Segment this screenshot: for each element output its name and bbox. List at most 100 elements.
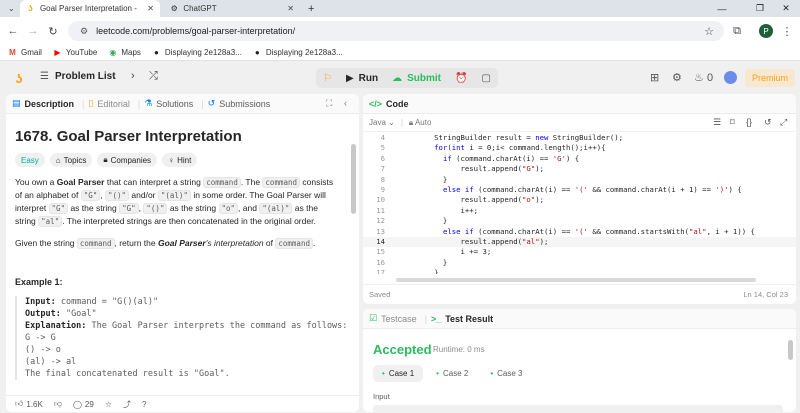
likes-count: 1.6K bbox=[26, 399, 43, 409]
shuffle-icon[interactable]: ⤮ bbox=[149, 70, 158, 83]
code-line[interactable]: 7 result.append("G"); bbox=[363, 164, 796, 174]
lock-icon: 🔒︎ bbox=[408, 117, 414, 127]
user-avatar[interactable] bbox=[724, 71, 737, 84]
code-line[interactable]: 15 i += 3; bbox=[363, 247, 796, 257]
tab-description[interactable]: ▤ Description bbox=[12, 98, 74, 109]
verdict-text: Accepted bbox=[373, 342, 432, 357]
code-line[interactable]: 17 } bbox=[363, 268, 796, 274]
description-panel: ▤ Description | ▯ Editorial | ⚗ Solutions |… bbox=[6, 94, 359, 412]
code-line[interactable]: 6 if (command.charAt(i) == 'G') { bbox=[363, 154, 796, 164]
submit-button[interactable]: ☁ Submit bbox=[385, 68, 448, 88]
pass-dot-icon: • bbox=[490, 369, 494, 378]
premium-button[interactable]: Premium bbox=[745, 69, 795, 87]
prev-problem-icon[interactable]: ‹ bbox=[112, 70, 116, 82]
site-info-icon[interactable]: ⚙ bbox=[80, 26, 88, 37]
bookmark-gmail[interactable]: M Gmail bbox=[8, 48, 42, 57]
notes-button[interactable]: ▢ bbox=[474, 68, 497, 88]
bookmark-github-2[interactable]: ● Displaying 2e128a3... bbox=[253, 48, 343, 57]
dislike-button[interactable]: 👎︎ bbox=[51, 399, 62, 409]
tab-test-result[interactable]: >_ Test Result bbox=[431, 314, 493, 324]
debug-button[interactable]: ⚐ bbox=[316, 68, 339, 88]
tab-editorial[interactable]: ▯ Editorial bbox=[88, 98, 129, 109]
code-line[interactable]: 10 result.append("o"); bbox=[363, 195, 796, 205]
tab-submissions[interactable]: ↺ Submissions bbox=[208, 98, 271, 109]
description-scrollbar[interactable] bbox=[351, 144, 356, 214]
code-line[interactable]: 4 StringBuilder result = new StringBuild… bbox=[363, 133, 796, 143]
url-bar[interactable]: ⚙ leetcode.com/problems/goal-parser-inte… bbox=[68, 21, 724, 41]
bookmark-label: Gmail bbox=[21, 48, 42, 57]
favorite-button[interactable]: ☆ bbox=[102, 400, 112, 409]
run-button[interactable]: ▶ Run bbox=[339, 68, 385, 88]
extensions-icon[interactable]: ⧉ bbox=[728, 22, 746, 40]
maximize-button[interactable]: ❐ bbox=[748, 0, 772, 17]
topics-tag[interactable]: ⌂ Topics bbox=[49, 153, 93, 167]
lock-icon: 🔒︎ bbox=[103, 155, 108, 164]
bookmark-maps[interactable]: ◉ Maps bbox=[108, 48, 141, 57]
input-label: Input bbox=[373, 392, 390, 401]
back-button[interactable]: ← bbox=[4, 22, 22, 40]
problem-list-button[interactable]: ☰ Problem List bbox=[40, 71, 116, 82]
format-icon[interactable]: ☰ bbox=[713, 117, 721, 128]
hint-tag[interactable]: ♀ Hint bbox=[162, 153, 198, 167]
close-icon[interactable]: ✕ bbox=[287, 4, 294, 13]
leetcode-logo[interactable]: ʖ bbox=[12, 71, 26, 86]
editor-horizontal-scrollbar[interactable] bbox=[396, 278, 756, 282]
code-line[interactable]: 11 i++; bbox=[363, 206, 796, 216]
tab-solutions[interactable]: ⚗ Solutions bbox=[144, 98, 193, 109]
reset-icon[interactable]: ↺ bbox=[764, 117, 772, 128]
braces-icon[interactable]: {} bbox=[746, 117, 752, 127]
help-button[interactable]: ? bbox=[139, 400, 146, 409]
result-scrollbar[interactable] bbox=[788, 340, 793, 360]
collapse-panel-icon[interactable]: ‹ bbox=[344, 98, 347, 108]
line-number: 9 bbox=[380, 185, 385, 194]
share-button[interactable]: ⤴ bbox=[120, 399, 131, 410]
tab-testcase[interactable]: ☑ Testcase bbox=[369, 313, 417, 324]
description-content: 1678. Goal Parser Interpretation Easy ⌂ T… bbox=[6, 114, 359, 412]
like-button[interactable]: 👍︎ 1.6K bbox=[12, 399, 43, 409]
next-problem-icon[interactable]: › bbox=[131, 70, 135, 82]
new-tab-label: + bbox=[308, 2, 315, 15]
profile-avatar[interactable]: P bbox=[759, 24, 773, 38]
more-menu-icon[interactable]: ⋮ bbox=[778, 22, 796, 40]
example-block: Input: command = "G()(al)" Output: "Goal… bbox=[15, 296, 350, 380]
leetcode-header: ʖ ☰ Problem List ‹ › ⤮ ⚐ ▶ Run ☁ Submit ⏰ … bbox=[0, 61, 800, 94]
alarm-icon: ⏰ bbox=[455, 72, 468, 84]
case-1-tab[interactable]: • Case 1 bbox=[373, 365, 424, 382]
new-tab-button[interactable]: + bbox=[302, 0, 320, 17]
code-line[interactable]: 8 } bbox=[363, 175, 796, 185]
code-line[interactable]: 13 else if (command.charAt(i) == '(' && … bbox=[363, 227, 796, 237]
reload-button[interactable]: ↻ bbox=[44, 22, 62, 40]
companies-tag[interactable]: 🔒︎ Companies bbox=[97, 153, 158, 167]
tab-divider: | bbox=[137, 98, 141, 109]
minimize-button[interactable]: — bbox=[710, 0, 734, 17]
code-editor[interactable]: 4 StringBuilder result = new StringBuild… bbox=[363, 132, 796, 274]
case-2-tab[interactable]: • Case 2 bbox=[427, 365, 477, 382]
code-line[interactable]: 9 else if (command.charAt(i) == '(' && c… bbox=[363, 185, 796, 195]
comments-button[interactable]: ◯ 29 bbox=[70, 400, 94, 409]
code-line[interactable]: 5 for(int i = 0;i< command.length();i++)… bbox=[363, 143, 796, 153]
language-select[interactable]: Java ⌄ bbox=[369, 118, 395, 127]
layout-grid-icon[interactable]: ⊞ bbox=[650, 71, 659, 84]
auto-mode-toggle[interactable]: 🔒︎ Auto bbox=[409, 118, 432, 128]
window-close-button[interactable]: ✕ bbox=[774, 0, 798, 17]
bookmark-github-1[interactable]: ● Displaying 2e128a3... bbox=[152, 48, 242, 57]
code-line[interactable]: 12 } bbox=[363, 216, 796, 226]
code-line[interactable]: 16 } bbox=[363, 258, 796, 268]
tab-search-button[interactable]: ⌄ bbox=[2, 0, 15, 17]
bookmark-youtube[interactable]: ▶ YouTube bbox=[53, 48, 97, 57]
settings-gear-icon[interactable]: ⚙ bbox=[672, 71, 682, 84]
maximize-panel-icon[interactable]: ⛶ bbox=[326, 98, 332, 109]
timer-button[interactable]: ⏰ bbox=[448, 68, 474, 88]
browser-tab-chatgpt[interactable]: ⚙ ChatGPT ✕ bbox=[164, 0, 300, 17]
document-icon: ▤ bbox=[12, 98, 21, 108]
bookmark-icon[interactable]: ⌑ bbox=[730, 117, 735, 128]
code-line[interactable]: 14 result.append("al"); bbox=[363, 237, 796, 248]
bookmark-star-icon[interactable]: ☆ bbox=[704, 25, 714, 38]
forward-button[interactable]: → bbox=[24, 22, 42, 40]
case-3-tab[interactable]: • Case 3 bbox=[481, 365, 531, 382]
streak-button[interactable]: ♨ 0 bbox=[694, 71, 713, 84]
description-footer: 👍︎ 1.6K 👎︎ ◯ 29 ☆ ⤴ ? bbox=[6, 395, 359, 412]
browser-tab-leetcode[interactable]: ʖ Goal Parser Interpretation - Lee ✕ bbox=[20, 0, 160, 17]
close-icon[interactable]: ✕ bbox=[147, 4, 154, 13]
fullscreen-icon[interactable]: ⤢ bbox=[780, 117, 787, 128]
